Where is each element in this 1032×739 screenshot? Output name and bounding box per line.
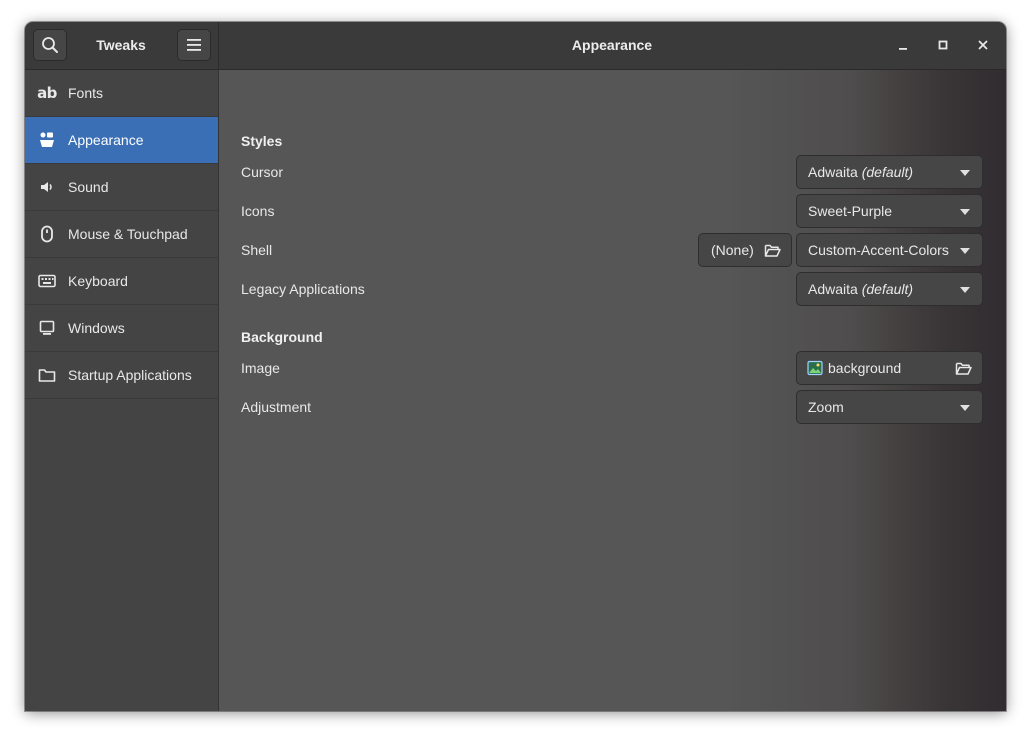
sidebar-item-windows[interactable]: Windows <box>25 305 218 352</box>
maximize-button[interactable] <box>932 34 954 56</box>
shell-file-value: (None) <box>711 242 754 258</box>
cursor-value: Adwaita <box>808 164 858 180</box>
shell-dropdown[interactable]: Custom-Accent-Colors <box>796 233 983 267</box>
sidebar-item-label: Windows <box>68 320 125 336</box>
dropdown-arrow-icon <box>960 170 970 176</box>
folder-icon <box>37 365 57 385</box>
appearance-icon <box>37 130 57 150</box>
close-icon <box>978 40 988 50</box>
cursor-default-suffix: (default) <box>861 164 914 180</box>
page-title: Appearance <box>571 37 653 53</box>
sidebar-item-label: Keyboard <box>68 273 128 289</box>
search-icon <box>42 37 58 53</box>
icons-value: Sweet-Purple <box>808 203 893 219</box>
sidebar-item-startup-applications[interactable]: Startup Applications <box>25 352 218 399</box>
dropdown-arrow-icon <box>960 405 970 411</box>
adjustment-value: Zoom <box>808 399 844 415</box>
folder-open-icon <box>955 362 972 375</box>
shell-label: Shell <box>241 242 273 258</box>
appearance-content: Styles Cursor Adwaita (default) Icons Sw… <box>219 70 1006 711</box>
background-section-title: Background <box>241 329 323 345</box>
image-file-chooser-button[interactable]: background <box>796 351 983 385</box>
sidebar-item-label: Sound <box>68 179 109 195</box>
minimize-button[interactable] <box>892 34 914 56</box>
legacy-applications-label: Legacy Applications <box>241 281 365 297</box>
mouse-icon <box>37 224 57 244</box>
sidebar-item-label: Mouse & Touchpad <box>68 226 188 242</box>
tweaks-window: Tweaks Appearance ab Fonts Appearance So… <box>25 22 1006 711</box>
legacy-default-suffix: (default) <box>861 281 914 297</box>
sidebar-item-sound[interactable]: Sound <box>25 164 218 211</box>
keyboard-icon <box>37 271 57 291</box>
close-button[interactable] <box>972 34 994 56</box>
main-menu-button[interactable] <box>177 29 211 61</box>
shell-value: Custom-Accent-Colors <box>808 242 949 258</box>
sidebar: ab Fonts Appearance Sound Mouse & Touchp… <box>25 70 219 711</box>
speaker-icon <box>37 177 57 197</box>
image-file-icon <box>807 360 823 376</box>
hamburger-menu-icon <box>187 39 201 51</box>
shell-file-chooser-button[interactable]: (None) <box>698 233 792 267</box>
sidebar-item-label: Startup Applications <box>68 367 192 383</box>
dropdown-arrow-icon <box>960 209 970 215</box>
maximize-icon <box>938 40 948 50</box>
headerbar-sidebar-section: Tweaks <box>25 22 219 69</box>
minimize-icon <box>899 48 907 50</box>
legacy-value: Adwaita <box>808 281 858 297</box>
sidebar-item-keyboard[interactable]: Keyboard <box>25 258 218 305</box>
adjustment-dropdown[interactable]: Zoom <box>796 390 983 424</box>
icons-label: Icons <box>241 203 275 219</box>
folder-open-icon <box>764 244 781 257</box>
search-button[interactable] <box>33 29 67 61</box>
legacy-applications-dropdown[interactable]: Adwaita (default) <box>796 272 983 306</box>
headerbar: Tweaks Appearance <box>25 22 1006 70</box>
sidebar-item-fonts[interactable]: ab Fonts <box>25 70 218 117</box>
image-label: Image <box>241 360 280 376</box>
sidebar-item-appearance[interactable]: Appearance <box>25 117 218 164</box>
dropdown-arrow-icon <box>960 248 970 254</box>
cursor-label: Cursor <box>241 164 284 180</box>
app-title: Tweaks <box>96 37 146 53</box>
adjustment-label: Adjustment <box>241 399 312 415</box>
image-value: background <box>828 360 902 376</box>
font-ab-icon: ab <box>37 84 57 102</box>
sidebar-item-label: Appearance <box>68 132 144 148</box>
sidebar-item-label: Fonts <box>68 85 104 101</box>
icons-dropdown[interactable]: Sweet-Purple <box>796 194 983 228</box>
sidebar-item-mouse-touchpad[interactable]: Mouse & Touchpad <box>25 211 218 258</box>
dropdown-arrow-icon <box>960 287 970 293</box>
cursor-dropdown[interactable]: Adwaita (default) <box>796 155 983 189</box>
monitor-icon <box>37 318 57 338</box>
styles-section-title: Styles <box>241 133 283 149</box>
